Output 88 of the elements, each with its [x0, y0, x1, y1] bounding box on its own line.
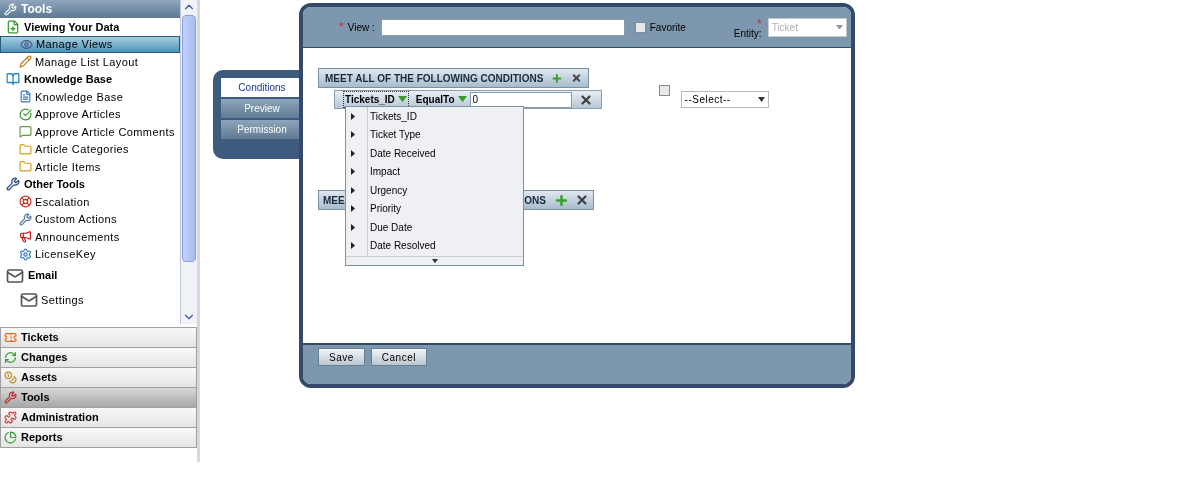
tree-item[interactable]: Approve Articles: [0, 105, 180, 123]
menu-item[interactable]: Tickets_ID: [370, 108, 417, 124]
expand-arrow-icon: [351, 205, 355, 213]
tree-item[interactable]: Manage List Layout: [0, 53, 180, 71]
expand-arrow-icon: [351, 149, 355, 157]
check-icon: [19, 107, 32, 121]
tree-item[interactable]: Settings: [0, 288, 180, 312]
tree-group-label[interactable]: Other Tools: [24, 176, 85, 193]
group-title-end: ONS: [524, 193, 546, 208]
module-tab[interactable]: Reports: [0, 427, 197, 448]
favorite-label: Favorite: [649, 20, 686, 35]
condition-checkbox[interactable]: [658, 85, 670, 96]
caret-icon: [397, 96, 407, 103]
scroll-down-icon: [431, 258, 438, 264]
operator-dropdown[interactable]: EqualTo: [415, 92, 467, 107]
expand-arrow-icon: [351, 242, 355, 250]
dialog-button[interactable]: Save: [318, 348, 365, 366]
menu-item[interactable]: Priority: [370, 201, 402, 217]
caret-icon: [457, 96, 467, 103]
value-input[interactable]: 0: [469, 91, 572, 108]
view-input[interactable]: [380, 18, 625, 36]
tree-group-label[interactable]: Viewing Your Data: [24, 18, 120, 35]
pencil-icon: [19, 55, 32, 69]
refresh-icon: [4, 351, 17, 364]
delete-icon[interactable]: [578, 92, 593, 107]
ticket-icon: [4, 331, 17, 344]
tree-item[interactable]: LicenseKey: [0, 245, 180, 263]
envelope-icon: [6, 266, 24, 285]
lifebuoy-icon: [19, 195, 32, 209]
wrench-icon: [6, 177, 20, 192]
expand-arrow-icon: [351, 131, 355, 139]
select-dropdown[interactable]: --Select--: [680, 91, 769, 108]
file-plus-icon: [6, 19, 20, 34]
tree-item[interactable]: Approve Article Comments: [0, 123, 180, 141]
required-mark: *: [339, 19, 344, 36]
module-tab[interactable]: Administration: [0, 407, 197, 428]
tree-item[interactable]: Custom Actions: [0, 210, 180, 228]
chart-icon: [4, 431, 17, 444]
puzzle-icon: [4, 411, 17, 424]
tree-item[interactable]: Article Items: [0, 158, 180, 176]
required-mark: *: [757, 19, 762, 29]
group-title: MEET ALL OF THE FOLLOWING CONDITIONS: [325, 71, 544, 86]
wrench-icon: [19, 212, 32, 226]
folder-icon: [19, 160, 32, 174]
menu-item[interactable]: Date Received: [370, 145, 436, 161]
expand-arrow-icon: [351, 168, 355, 176]
entity-label: Entity:: [733, 29, 762, 39]
comment-icon: [19, 125, 32, 139]
tree-item[interactable]: Announcements: [0, 228, 180, 246]
envelope-icon: [20, 291, 38, 309]
group-title-start: MEE: [323, 193, 345, 208]
tree-group-label[interactable]: Email: [28, 267, 58, 284]
menu-item[interactable]: Due Date: [370, 219, 413, 235]
add-icon[interactable]: [554, 192, 569, 208]
wrench-icon: [4, 391, 17, 404]
module-tab[interactable]: Changes: [0, 347, 197, 368]
sidebar-title: Tools: [21, 1, 53, 18]
tree-item[interactable]: Escalation: [0, 193, 180, 211]
expand-arrow-icon: [351, 112, 355, 120]
dialog-button[interactable]: Cancel: [370, 348, 427, 366]
coins-icon: [4, 371, 17, 384]
gear-icon: [19, 247, 32, 261]
caret-icon: [757, 97, 765, 102]
tree-item[interactable]: Manage Views: [0, 35, 180, 53]
wrench-icon: [4, 2, 17, 16]
tree-item[interactable]: Knowledge Base: [0, 88, 180, 106]
document-icon: [19, 90, 32, 104]
view-label: View :: [347, 20, 375, 35]
module-tab[interactable]: Tickets: [0, 327, 197, 348]
expand-arrow-icon: [351, 186, 355, 194]
delete-icon[interactable]: [571, 71, 582, 85]
expand-arrow-icon: [351, 223, 355, 231]
book-icon: [6, 72, 20, 87]
module-tab[interactable]: Assets: [0, 367, 197, 388]
megaphone-icon: [19, 230, 32, 244]
menu-item[interactable]: Impact: [370, 164, 400, 180]
scrollbar[interactable]: [180, 0, 197, 324]
tree-item[interactable]: Article Categories: [0, 140, 180, 158]
module-tab[interactable]: Tools: [0, 387, 197, 408]
caret-icon: [835, 24, 843, 30]
menu-item[interactable]: Date Resolved: [370, 238, 436, 254]
tree-group-label[interactable]: Knowledge Base: [24, 71, 113, 88]
menu-item[interactable]: Ticket Type: [370, 127, 421, 143]
folder-icon: [19, 142, 32, 156]
menu-item[interactable]: Urgency: [370, 182, 408, 198]
delete-icon[interactable]: [575, 193, 589, 207]
favorite-checkbox[interactable]: [634, 21, 646, 33]
eye-icon: [20, 37, 33, 51]
